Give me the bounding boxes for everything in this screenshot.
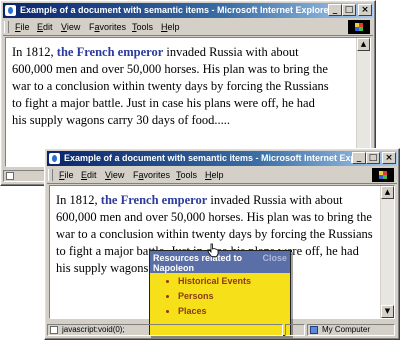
- menu-file[interactable]: File: [59, 167, 74, 183]
- status-text-panel: javascript:void(0);: [47, 324, 283, 336]
- computer-zone-icon: [310, 326, 318, 334]
- title-bar[interactable]: Example of a document with semantic item…: [3, 3, 373, 18]
- browser-window-front: Example of a document with semantic item…: [44, 148, 400, 340]
- menu-tools[interactable]: Tools: [176, 167, 197, 183]
- menu-file[interactable]: File: [15, 19, 30, 35]
- windows-throbber-icon: [348, 20, 370, 34]
- menu-bar: File Edit View Favorites Tools Help: [47, 167, 397, 184]
- hand-pointer-cursor: [207, 243, 219, 257]
- menu-view[interactable]: View: [105, 167, 124, 183]
- page-status-icon: [50, 326, 58, 334]
- maximize-icon[interactable]: □: [342, 4, 356, 16]
- menu-favorites[interactable]: Favorites: [89, 19, 126, 35]
- menu-bar: File Edit View Favorites Tools Help: [3, 19, 373, 36]
- close-icon[interactable]: ×: [382, 152, 396, 164]
- document-area: In 1812, the French emperor invaded Russ…: [49, 185, 395, 336]
- zone-label: My Computer: [322, 325, 371, 334]
- resource-link-places[interactable]: Places: [178, 304, 251, 319]
- semantic-link-french-emperor[interactable]: the French emperor: [57, 45, 163, 59]
- security-zone-panel: My Computer: [307, 324, 395, 336]
- ie-page-icon: [5, 5, 16, 16]
- windows-throbber-icon: [372, 168, 394, 182]
- popup-title: Resources related to Napoleon: [153, 253, 243, 273]
- paragraph: In 1812, the French emperor invaded Russ…: [12, 45, 329, 127]
- vertical-scrollbar[interactable]: ▲ ▼: [356, 38, 370, 166]
- menu-edit[interactable]: Edit: [37, 19, 53, 35]
- popup-close-button[interactable]: Close: [262, 253, 287, 263]
- status-text: javascript:void(0);: [62, 325, 125, 334]
- toolbar-grip[interactable]: [4, 21, 9, 33]
- scroll-up-arrow-icon[interactable]: ▲: [381, 186, 394, 199]
- page-status-icon: [6, 172, 14, 180]
- menu-help[interactable]: Help: [161, 19, 180, 35]
- minimize-icon[interactable]: _: [328, 4, 342, 16]
- window-title: Example of a document with semantic item…: [20, 5, 333, 15]
- popup-header: Resources related to Napoleon Close: [150, 251, 290, 273]
- popup-resource-list: Historical Events Persons Places: [150, 274, 251, 319]
- title-bar[interactable]: Example of a document with semantic item…: [47, 151, 397, 166]
- maximize-icon[interactable]: □: [366, 152, 380, 164]
- menu-help[interactable]: Help: [205, 167, 224, 183]
- minimize-icon[interactable]: _: [352, 152, 366, 164]
- semantic-link-french-emperor[interactable]: the French emperor: [101, 193, 207, 207]
- window-title: Example of a document with semantic item…: [64, 153, 377, 163]
- menu-tools[interactable]: Tools: [132, 19, 153, 35]
- vertical-scrollbar[interactable]: ▲ ▼: [380, 186, 394, 318]
- ie-page-icon: [49, 153, 60, 164]
- menu-view[interactable]: View: [61, 19, 80, 35]
- resource-link-historical-events[interactable]: Historical Events: [178, 274, 251, 289]
- close-icon[interactable]: ×: [358, 4, 372, 16]
- resource-link-persons[interactable]: Persons: [178, 289, 251, 304]
- scroll-down-arrow-icon[interactable]: ▼: [381, 305, 394, 318]
- menu-edit[interactable]: Edit: [81, 167, 97, 183]
- scroll-up-arrow-icon[interactable]: ▲: [357, 38, 370, 51]
- status-bar: javascript:void(0); My Computer: [47, 323, 397, 337]
- toolbar-grip[interactable]: [48, 169, 53, 181]
- menu-favorites[interactable]: Favorites: [133, 167, 170, 183]
- status-panel-empty: [285, 324, 305, 336]
